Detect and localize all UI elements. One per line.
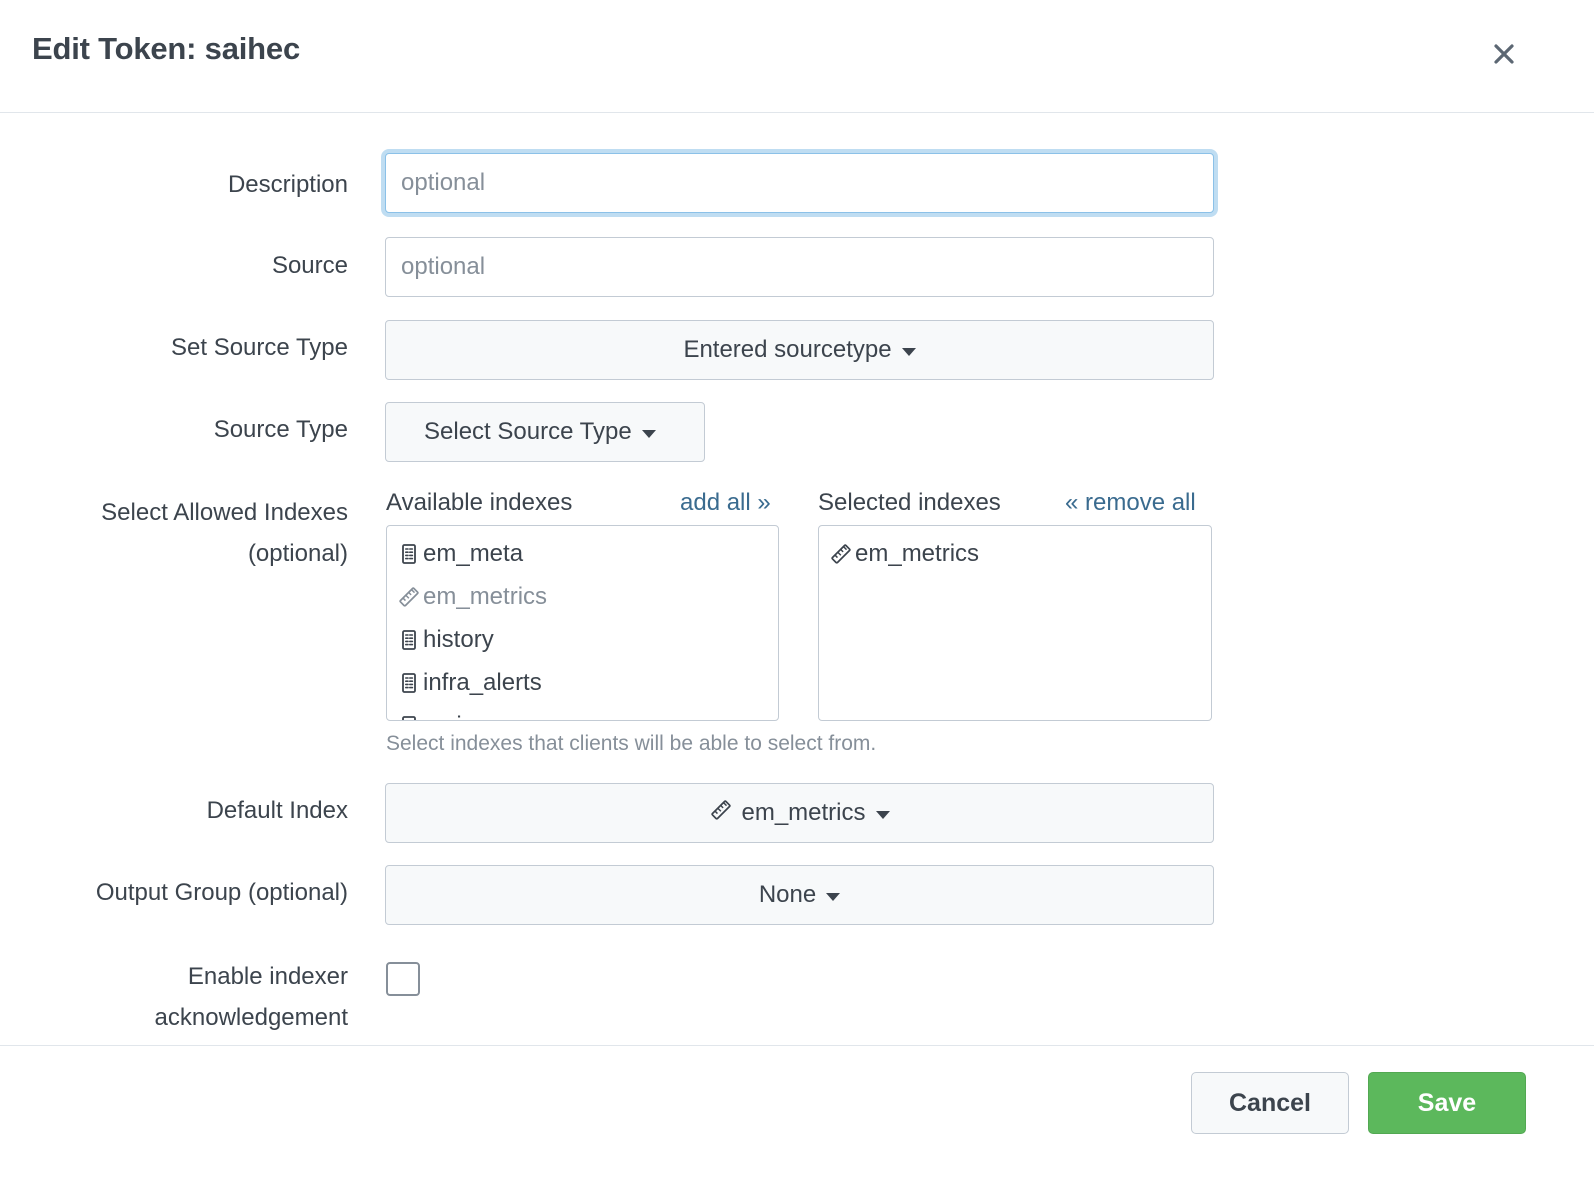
available-index-item[interactable]: main — [387, 704, 778, 721]
chevron-down-icon — [641, 430, 656, 438]
output-group-label: Output Group (optional) — [95, 879, 348, 906]
output-group-dropdown[interactable]: None — [385, 865, 1214, 925]
selected-index-item[interactable]: em_metrics — [819, 532, 1211, 575]
selected-indexes-header: Selected indexes — [818, 489, 1001, 516]
index-name: em_metrics — [423, 582, 548, 610]
metrics-index-icon — [829, 542, 853, 566]
source-input[interactable] — [385, 237, 1214, 297]
add-all-link[interactable]: add all » — [680, 489, 771, 517]
allowed-indexes-label-line1: Select Allowed Indexes — [101, 499, 348, 526]
index-name: em_meta — [423, 539, 524, 567]
chevron-down-icon — [875, 811, 890, 819]
save-button[interactable]: Save — [1368, 1072, 1526, 1134]
edit-token-modal: Edit Token: saihec Description Source Se… — [0, 0, 1594, 1190]
metrics-index-icon — [397, 585, 421, 609]
allowed-indexes-label-line2: (optional) — [247, 540, 348, 567]
available-index-item[interactable]: em_metrics — [387, 575, 778, 618]
event-index-icon — [397, 671, 421, 695]
available-index-item[interactable]: infra_alerts — [387, 661, 778, 704]
cancel-button[interactable]: Cancel — [1191, 1072, 1349, 1134]
description-label: Description — [227, 171, 348, 198]
modal-body: Description Source Set Source Type Enter… — [0, 113, 1594, 1045]
available-index-item[interactable]: em_meta — [387, 532, 778, 575]
available-index-item[interactable]: history — [387, 618, 778, 661]
output-group-value: None — [758, 881, 817, 908]
description-input[interactable] — [385, 153, 1214, 213]
modal-footer: Cancel Save — [0, 1045, 1594, 1190]
modal-header: Edit Token: saihec — [0, 0, 1594, 113]
source-type-value: Select Source Type — [424, 418, 632, 445]
metrics-index-icon — [709, 798, 733, 829]
indexer-ack-checkbox[interactable] — [386, 962, 420, 996]
indexer-ack-label-line2: acknowledgement — [154, 1004, 348, 1031]
chevron-down-icon — [826, 893, 841, 901]
remove-all-link[interactable]: « remove all — [1065, 489, 1196, 517]
indexer-ack-label-line1: Enable indexer — [187, 963, 348, 990]
close-icon[interactable] — [1486, 36, 1522, 72]
available-indexes-header: Available indexes — [386, 489, 573, 516]
available-indexes-listbox[interactable]: em_meta em_metricshistory infra_alertsmain — [386, 525, 779, 721]
page-title: Edit Token: saihec — [32, 31, 300, 66]
event-index-icon — [397, 542, 421, 566]
selected-indexes-listbox[interactable]: em_metrics — [818, 525, 1212, 721]
index-name: main — [423, 712, 475, 721]
event-index-icon — [397, 628, 421, 652]
set-source-type-value: Entered sourcetype — [683, 336, 892, 363]
default-index-label: Default Index — [206, 797, 348, 824]
source-type-dropdown[interactable]: Select Source Type — [385, 402, 705, 462]
source-label: Source — [271, 252, 348, 279]
set-source-type-label: Set Source Type — [171, 334, 348, 361]
default-index-dropdown[interactable]: em_metrics — [385, 783, 1214, 843]
index-name: em_metrics — [855, 539, 980, 567]
source-type-label: Source Type — [213, 416, 348, 443]
default-index-value: em_metrics — [741, 799, 866, 826]
chevron-down-icon — [901, 348, 916, 356]
index-name: history — [423, 625, 494, 653]
set-source-type-dropdown[interactable]: Entered sourcetype — [385, 320, 1214, 380]
event-index-icon — [397, 714, 421, 720]
allowed-indexes-hint: Select indexes that clients will be able… — [386, 732, 877, 755]
index-name: infra_alerts — [423, 668, 542, 696]
